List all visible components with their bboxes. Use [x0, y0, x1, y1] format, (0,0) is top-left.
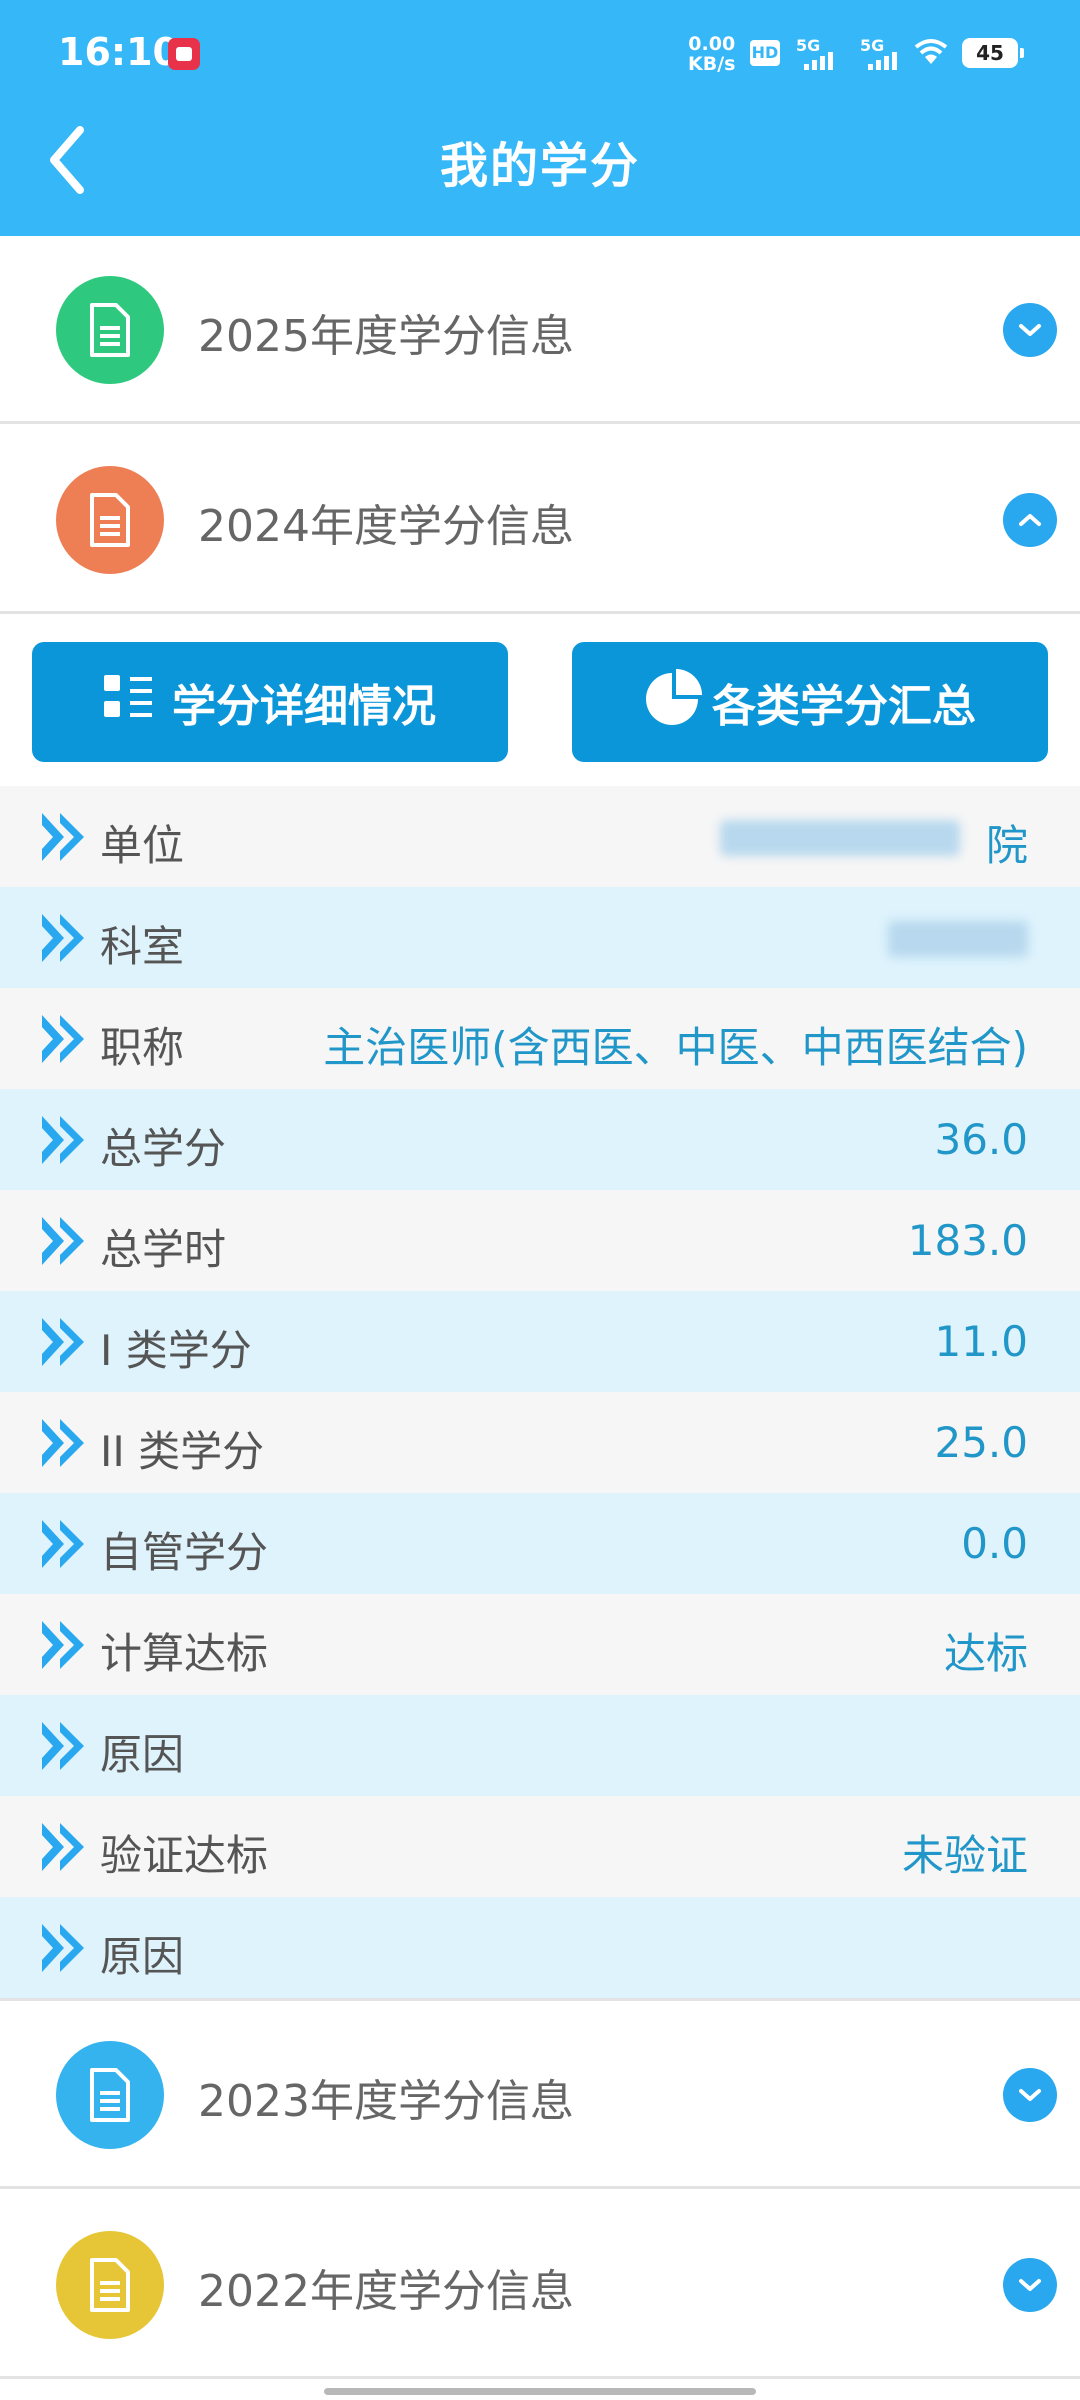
detail-value: 183.0 — [907, 1216, 1028, 1265]
detail-row-reason: 原因 — [0, 1695, 1080, 1796]
detail-row-self-managed-credits: 自管学分 0.0 — [0, 1493, 1080, 1594]
detail-label: I 类学分 — [100, 1326, 252, 1375]
document-icon — [56, 466, 164, 574]
double-chevron-icon — [40, 1316, 88, 1372]
credit-details-list: 单位 院 科室 职称 主治医师(含西医、中医、中西医结合) 总学分 36.0 总… — [0, 786, 1080, 1998]
network-speed-value: 0.00 — [688, 33, 736, 55]
detail-label: 总学分 — [100, 1124, 227, 1173]
credit-detail-label: 学分详细情况 — [172, 681, 436, 732]
detail-row-department: 科室 — [0, 887, 1080, 988]
year-section-label: 2022年度学分信息 — [198, 2266, 574, 2317]
double-chevron-icon — [40, 1720, 88, 1776]
double-chevron-icon — [40, 1518, 88, 1574]
detail-label: 验证达标 — [100, 1831, 269, 1880]
home-indicator[interactable] — [324, 2388, 756, 2395]
credit-detail-button[interactable]: 学分详细情况 — [32, 642, 508, 762]
chevron-down-icon[interactable] — [1003, 303, 1057, 357]
detail-value: 36.0 — [934, 1115, 1028, 1164]
list-icon — [104, 673, 164, 732]
battery-icon: 45 — [962, 38, 1024, 68]
double-chevron-icon — [40, 1821, 88, 1877]
year-section-2024[interactable]: 2024年度学分信息 — [0, 426, 1080, 614]
detail-label: 科室 — [100, 922, 185, 971]
detail-label: 职称 — [100, 1023, 185, 1072]
year-section-2025[interactable]: 2025年度学分信息 — [0, 236, 1080, 424]
detail-label: II 类学分 — [100, 1427, 265, 1476]
double-chevron-icon — [40, 912, 88, 968]
year-section-label: 2023年度学分信息 — [198, 2076, 574, 2127]
detail-label: 总学时 — [100, 1225, 227, 1274]
pie-chart-icon — [644, 667, 704, 738]
signal-icon: 5G — [860, 36, 910, 70]
signal-icon: 5G — [796, 36, 846, 70]
status-time: 16:10 — [58, 30, 179, 74]
detail-value: 11.0 — [934, 1317, 1028, 1366]
detail-row-total-credits: 总学分 36.0 — [0, 1089, 1080, 1190]
wifi-icon — [914, 38, 948, 74]
page-title: 我的学分 — [439, 138, 640, 194]
detail-row-reason: 原因 — [0, 1897, 1080, 1998]
double-chevron-icon — [40, 1013, 88, 1069]
year-section-2023[interactable]: 2023年度学分信息 — [0, 2001, 1080, 2189]
detail-row-title: 职称 主治医师(含西医、中医、中西医结合) — [0, 988, 1080, 1089]
double-chevron-icon — [40, 1619, 88, 1675]
app-header: 16:10 0.00 KB/s HD 5G 5G 45 我的学分 — [0, 0, 1080, 236]
redacted-value — [888, 921, 1028, 957]
double-chevron-icon — [40, 1922, 88, 1978]
double-chevron-icon — [40, 811, 88, 867]
hd-icon: HD — [750, 40, 780, 66]
redacted-value — [720, 820, 960, 856]
detail-row-class2-credits: II 类学分 25.0 — [0, 1392, 1080, 1493]
detail-row-total-hours: 总学时 183.0 — [0, 1190, 1080, 1291]
document-icon — [56, 2041, 164, 2149]
year-section-label: 2024年度学分信息 — [198, 501, 574, 552]
double-chevron-icon — [40, 1114, 88, 1170]
action-buttons: 学分详细情况 各类学分汇总 — [0, 618, 1080, 786]
credit-summary-button[interactable]: 各类学分汇总 — [572, 642, 1048, 762]
year-section-label: 2025年度学分信息 — [198, 311, 574, 362]
double-chevron-icon — [40, 1417, 88, 1473]
double-chevron-icon — [40, 1215, 88, 1271]
detail-value: 达标 — [943, 1629, 1028, 1678]
network-speed-unit: KB/s — [688, 53, 736, 75]
detail-row-calculated-compliance: 计算达标 达标 — [0, 1594, 1080, 1695]
status-bar: 16:10 0.00 KB/s HD 5G 5G 45 — [0, 0, 1080, 108]
detail-value: 院 — [985, 821, 1028, 870]
detail-label: 计算达标 — [100, 1629, 269, 1678]
notification-app-icon — [168, 38, 200, 70]
detail-row-verified-compliance: 验证达标 未验证 — [0, 1796, 1080, 1897]
detail-label: 原因 — [100, 1932, 185, 1981]
detail-label: 单位 — [100, 821, 185, 870]
detail-value: 0.0 — [961, 1519, 1028, 1568]
document-icon — [56, 2231, 164, 2339]
chevron-down-icon[interactable] — [1003, 2258, 1057, 2312]
chevron-up-icon[interactable] — [1003, 493, 1057, 547]
chevron-down-icon[interactable] — [1003, 2068, 1057, 2122]
detail-label: 自管学分 — [100, 1528, 269, 1577]
detail-row-unit: 单位 院 — [0, 786, 1080, 887]
detail-label: 原因 — [100, 1730, 185, 1779]
detail-value: 未验证 — [901, 1831, 1028, 1880]
network-speed: 0.00 KB/s — [688, 34, 735, 74]
credit-summary-label: 各类学分汇总 — [712, 681, 976, 732]
detail-row-class1-credits: I 类学分 11.0 — [0, 1291, 1080, 1392]
detail-value: 主治医师(含西医、中医、中西医结合) — [323, 1023, 1028, 1072]
document-icon — [56, 276, 164, 384]
year-section-2022[interactable]: 2022年度学分信息 — [0, 2191, 1080, 2379]
detail-value: 25.0 — [934, 1418, 1028, 1467]
